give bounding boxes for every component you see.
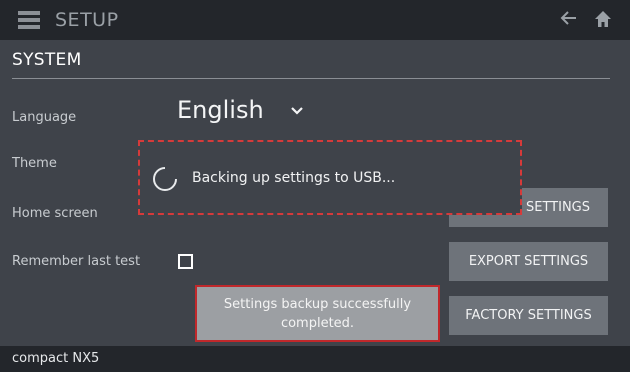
toast-text: Settings backup successfully completed. [223,296,412,331]
progress-dialog: Backing up settings to USB... [138,140,522,215]
setup-screen: SETUP SYSTEM Language English Theme Home… [0,0,630,372]
spinner-icon [152,166,178,192]
section-title: SYSTEM [12,50,82,70]
home-screen-label: Home screen [12,206,98,221]
language-label: Language [12,110,77,125]
section-divider [12,78,610,79]
page-title: SETUP [55,9,119,31]
arrow-left-icon[interactable] [558,8,580,30]
settings-button-label: SETTINGS [525,200,590,215]
home-icon[interactable] [593,9,615,31]
toast-message: Settings backup successfully completed. [195,285,440,342]
top-bar: SETUP [0,0,630,40]
footer-bar: compact NX5 [0,346,630,372]
progress-text: Backing up settings to USB... [192,170,396,186]
chevron-down-icon[interactable] [290,101,304,115]
factory-settings-button[interactable]: FACTORY SETTINGS [449,296,608,335]
remember-last-test-checkbox[interactable] [178,254,193,269]
device-name: compact NX5 [12,351,100,366]
theme-label: Theme [12,156,57,171]
language-select[interactable]: English [177,96,264,124]
remember-last-test-label: Remember last test [12,254,141,269]
menu-icon[interactable] [18,11,40,29]
export-settings-button[interactable]: EXPORT SETTINGS [449,242,608,281]
